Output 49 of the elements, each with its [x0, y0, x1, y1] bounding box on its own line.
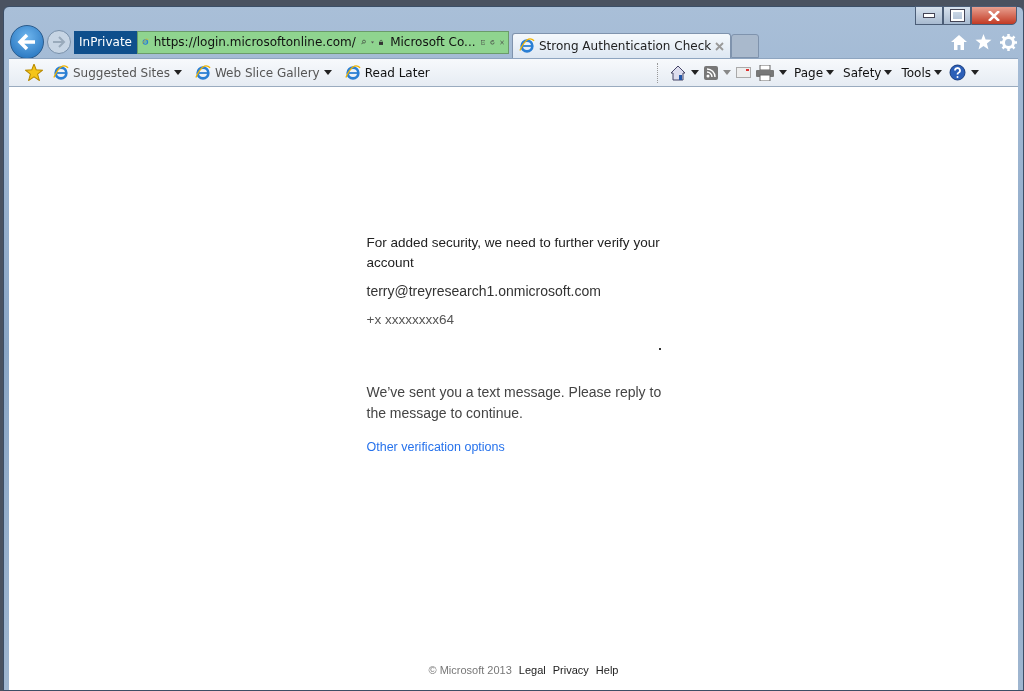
star-icon[interactable] [25, 64, 43, 81]
browser-logo-icon [519, 38, 535, 54]
footer-link[interactable]: Privacy [552, 664, 589, 676]
copyright-text: © Microsoft 2013 [428, 664, 512, 676]
arrow-right-icon [52, 36, 66, 48]
arrow-left-icon [17, 33, 37, 51]
address-bar[interactable]: https://login.microsoftonline.com/ Microsoft Co... [137, 30, 509, 54]
close-icon [988, 10, 1000, 21]
maximize-button[interactable] [943, 6, 971, 25]
caret-icon[interactable] [971, 70, 979, 75]
feed-icon[interactable] [704, 65, 718, 80]
close-icon[interactable] [715, 41, 725, 51]
browser-logo-icon [344, 64, 361, 81]
help-icon[interactable] [949, 64, 966, 81]
forward-button[interactable] [47, 30, 71, 54]
phone-number: +x xxxxxxxx64 [366, 312, 455, 327]
back-button[interactable] [10, 25, 44, 59]
footer-link[interactable]: Help [595, 664, 619, 676]
command-menu[interactable]: Safety [841, 65, 895, 80]
url-text: https://login.microsoftonline.com/ [153, 35, 356, 49]
caret-icon [934, 70, 942, 75]
message-text: We’ve sent you a text message. Please reply to the message to continue. [366, 383, 663, 423]
command-menu[interactable]: Tools [899, 65, 944, 80]
favorites-item[interactable]: Suggested Sites [51, 64, 184, 81]
footer-link[interactable]: Legal [518, 664, 546, 676]
browser-logo-icon [53, 64, 69, 81]
favorites-item[interactable]: Read Later [342, 64, 432, 81]
star-icon[interactable] [975, 34, 992, 50]
account-email: terry@treyresearch1.onmicrosoft.com [366, 283, 602, 299]
mail-icon[interactable] [736, 67, 751, 78]
caret-icon [826, 70, 835, 75]
tab-title: Strong Authentication Check [539, 39, 712, 53]
settings-icon[interactable] [1000, 33, 1017, 51]
close-button[interactable] [971, 6, 1017, 25]
caret-icon [884, 70, 893, 75]
verification-options-link[interactable]: Other verification options [366, 440, 667, 454]
minimize-button[interactable] [915, 6, 943, 25]
inprivate-badge: InPrivate [74, 30, 137, 54]
browser-logo-icon [194, 64, 211, 81]
caret-icon[interactable] [691, 70, 699, 75]
new-tab-button[interactable] [731, 34, 760, 58]
favorites-item[interactable]: Web Slice Gallery [192, 64, 334, 81]
caret-icon[interactable] [779, 70, 787, 75]
home-icon[interactable] [670, 64, 686, 81]
command-menu[interactable]: Page [792, 65, 837, 80]
site-identity[interactable]: Microsoft Co... [390, 35, 476, 49]
browser-tab[interactable]: Strong Authentication Check [512, 33, 732, 58]
verification-heading: For added security, we need to further verify your account [366, 234, 661, 272]
printer-icon[interactable] [756, 64, 774, 81]
